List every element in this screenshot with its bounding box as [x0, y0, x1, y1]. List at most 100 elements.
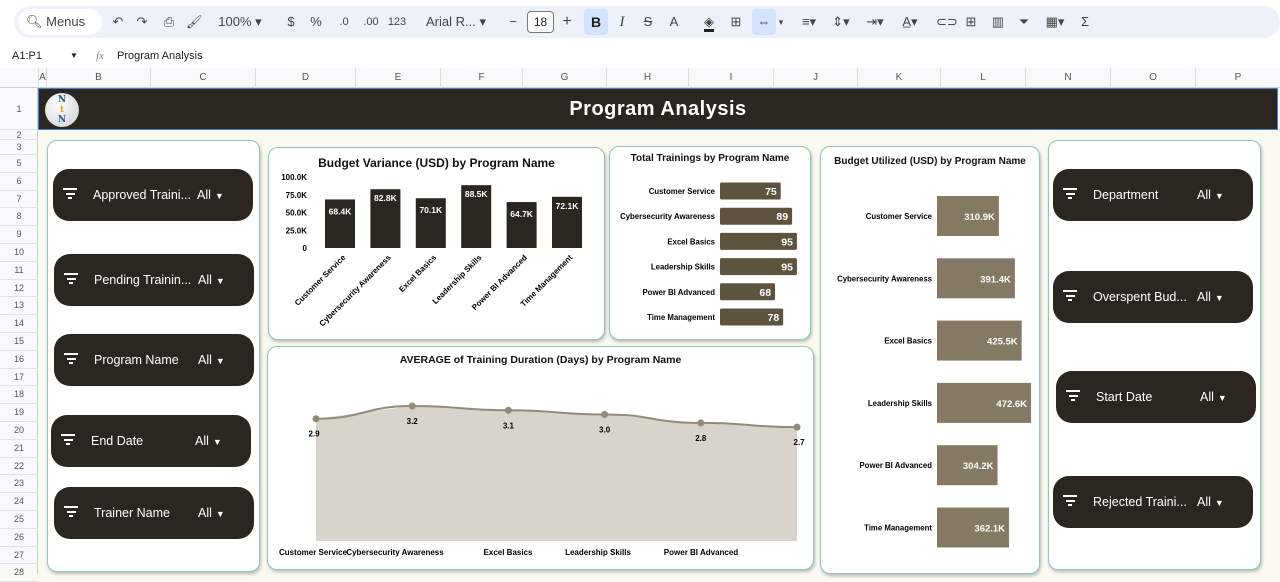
slicer-value-dropdown[interactable]: All ▼ [1197, 476, 1224, 529]
text-rotation-icon[interactable]: A̲▾ [896, 6, 924, 38]
slicer-start-date[interactable]: Start Date All ▼ [1056, 371, 1256, 423]
column-header[interactable]: O [1110, 68, 1195, 88]
slicer-trainer-name[interactable]: Trainer Name All ▼ [54, 487, 254, 539]
slicer-value-dropdown[interactable]: All ▼ [1197, 271, 1224, 324]
increase-font-size-button[interactable]: + [560, 6, 574, 38]
y-tick-label: Excel Basics [667, 237, 715, 246]
link-icon[interactable]: ⊂⊃ [936, 6, 958, 38]
number-format-button[interactable]: 123 [386, 6, 408, 38]
row-header[interactable]: 10 [0, 244, 38, 262]
filter-icon[interactable]: ⏷ [1016, 6, 1032, 38]
text-color-button[interactable]: A [666, 6, 682, 38]
row-header[interactable]: 28 [0, 564, 38, 582]
slicer-value-dropdown[interactable]: All ▼ [198, 254, 225, 307]
column-header[interactable]: A [38, 68, 46, 88]
increase-decimal-button[interactable]: .00 [360, 6, 382, 38]
name-box[interactable]: A1:P1 [12, 44, 42, 68]
strikethrough-icon[interactable]: S [640, 6, 656, 38]
row-header[interactable]: 8 [0, 208, 38, 227]
slicer-value-dropdown[interactable]: All ▼ [1197, 169, 1224, 222]
row-header[interactable]: 9 [0, 226, 38, 244]
search-menus-button[interactable]: 🔍︎ Menus [18, 9, 102, 35]
data-label: 72.1K [556, 201, 580, 211]
decrease-decimal-button[interactable]: .0 [334, 6, 354, 38]
row-header[interactable]: 17 [0, 369, 38, 387]
merge-dropdown-icon[interactable]: ▾ [776, 6, 786, 38]
column-header[interactable]: G [522, 68, 606, 88]
row-header[interactable]: 12 [0, 280, 38, 298]
percent-button[interactable]: % [308, 6, 324, 38]
column-header[interactable]: P [1195, 68, 1280, 88]
undo-icon[interactable]: ↶ [110, 6, 126, 38]
decrease-font-size-button[interactable]: − [506, 6, 520, 38]
slicer-value-dropdown[interactable]: All ▼ [195, 415, 222, 468]
column-header[interactable]: J [773, 68, 857, 88]
row-header[interactable]: 23 [0, 475, 38, 494]
row-header[interactable]: 11 [0, 262, 38, 280]
slicer-value-dropdown[interactable]: All ▼ [1200, 371, 1227, 424]
row-header[interactable]: 16 [0, 351, 38, 369]
row-header[interactable]: 26 [0, 529, 38, 547]
row-header[interactable]: 18 [0, 386, 38, 405]
borders-icon[interactable]: ⊞ [728, 6, 744, 38]
column-header[interactable]: L [940, 68, 1025, 88]
row-header[interactable]: 19 [0, 404, 38, 422]
row-header[interactable]: 3 [0, 140, 38, 155]
chart-icon[interactable]: ▥ [990, 6, 1006, 38]
print-icon[interactable]: ⎙ [160, 6, 178, 38]
text-wrap-icon[interactable]: ⇥▾ [862, 6, 888, 38]
row-header[interactable]: 15 [0, 333, 38, 351]
column-header[interactable]: D [255, 68, 355, 88]
name-box-dropdown-icon[interactable]: ▼ [70, 44, 78, 68]
row-header[interactable]: 20 [0, 422, 38, 440]
row-header[interactable]: 13 [0, 297, 38, 316]
currency-button[interactable]: $ [284, 6, 298, 38]
row-header[interactable]: 22 [0, 458, 38, 476]
row-header[interactable]: 6 [0, 173, 38, 191]
row-header[interactable]: 14 [0, 315, 38, 333]
slicer-value-dropdown[interactable]: All ▼ [197, 169, 224, 222]
font-select[interactable]: Arial R... ▾ [420, 6, 492, 38]
column-header[interactable]: H [606, 68, 688, 88]
slicer-value-dropdown[interactable]: All ▼ [198, 334, 225, 387]
row-header[interactable]: 5 [0, 155, 38, 173]
italic-button[interactable]: I [614, 6, 630, 38]
filter-icon [1066, 390, 1080, 404]
column-header[interactable]: K [857, 68, 940, 88]
zoom-select[interactable]: 100% ▾ [212, 6, 268, 38]
sum-function-button[interactable]: Σ [1078, 6, 1092, 38]
row-header[interactable]: 1 [0, 88, 38, 130]
row-header[interactable]: 21 [0, 440, 38, 458]
vertical-align-icon[interactable]: ⇕▾ [828, 6, 854, 38]
slicer-approved-traini[interactable]: Approved Traini... All ▼ [53, 169, 253, 221]
slicer-end-date[interactable]: End Date All ▼ [51, 415, 251, 467]
column-header[interactable]: N [1025, 68, 1110, 88]
column-header[interactable]: I [688, 68, 773, 88]
align-icon[interactable]: ≡▾ [796, 6, 822, 38]
formula-input[interactable]: Program Analysis [117, 44, 203, 68]
column-header[interactable]: F [440, 68, 522, 88]
row-header[interactable]: 7 [0, 191, 38, 209]
column-header[interactable]: C [150, 68, 255, 88]
functions-table-icon[interactable]: ▦▾ [1040, 6, 1070, 38]
paint-format-icon[interactable]: 🖌︎ [186, 6, 203, 38]
chevron-down-icon: ▼ [215, 509, 225, 519]
slicer-department[interactable]: Department All ▼ [1053, 169, 1253, 221]
slicer-rejected-traini[interactable]: Rejected Traini... All ▼ [1053, 476, 1253, 528]
fill-color-icon[interactable]: ◈ [698, 6, 720, 38]
column-header[interactable]: B [46, 68, 150, 88]
slicer-program-name[interactable]: Program Name All ▼ [54, 334, 254, 386]
row-header[interactable]: 24 [0, 493, 38, 511]
bold-button[interactable]: B [584, 9, 608, 35]
font-size-input[interactable]: 18 [527, 11, 554, 33]
row-header[interactable]: 27 [0, 547, 38, 565]
row-header[interactable]: 2 [0, 130, 38, 140]
column-header[interactable]: E [355, 68, 440, 88]
redo-icon[interactable]: ↷ [134, 6, 150, 38]
slicer-overspent-bud[interactable]: Overspent Bud... All ▼ [1053, 271, 1253, 323]
merge-cells-button[interactable]: ⇔ [752, 9, 776, 35]
row-header[interactable]: 25 [0, 511, 38, 529]
slicer-pending-trainin[interactable]: Pending Trainin... All ▼ [54, 254, 254, 306]
slicer-value-dropdown[interactable]: All ▼ [198, 487, 225, 540]
comment-icon[interactable]: ⊞ [962, 6, 980, 38]
